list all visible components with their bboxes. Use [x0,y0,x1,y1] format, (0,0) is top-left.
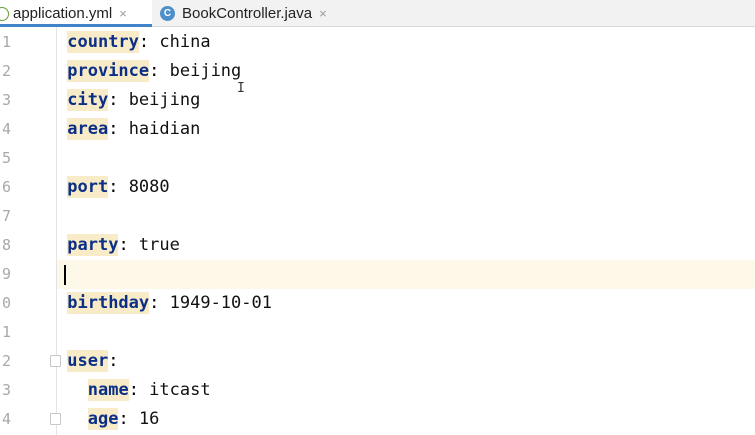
line-number: 3 [1,91,11,109]
code-line[interactable]: age: 16 [57,405,755,434]
yaml-separator: : [108,351,119,371]
yaml-key: birthday [67,292,150,314]
line-number: 8 [1,236,11,254]
editor-tab-bar: application.yml × C BookController.java … [0,0,755,27]
yaml-file-icon [0,7,9,21]
yaml-key: area [67,118,109,140]
code-line[interactable]: name: itcast [57,376,755,405]
line-number: 4 [1,410,11,428]
line-number: 0 [1,294,11,312]
line-number: 7 [1,207,11,225]
yaml-value: 16 [138,409,160,429]
yaml-separator: : [128,380,150,400]
yaml-separator: : [149,61,170,81]
yaml-value: china [159,32,211,52]
code-line[interactable]: port: 8080 [57,173,755,202]
yaml-key: country [67,31,139,53]
line-number: 9 [1,265,11,283]
code-editor[interactable]: country: china province: beijing city: b… [57,27,755,435]
line-number: 4 [1,120,11,138]
line-number: 6 [1,178,11,196]
yaml-value: beijing [128,90,201,110]
line-number: 2 [1,352,11,370]
close-icon[interactable]: × [119,6,127,21]
code-line[interactable]: province: beijing [57,57,755,86]
yaml-value: haidian [128,119,201,139]
line-number-gutter[interactable]: 1 2 3 4 5 6 7 8 9 0 1 2 3 4 [0,27,61,435]
tab-label: application.yml [13,4,113,22]
yaml-key: party [67,234,119,256]
yaml-separator: : [118,235,139,255]
yaml-key: age [87,408,119,430]
yaml-separator: : [149,293,170,313]
yaml-key: user [67,350,109,372]
yaml-separator: : [108,119,129,139]
tab-application-yml[interactable]: application.yml × [0,0,152,27]
tab-label: BookController.java [182,4,313,22]
yaml-key: province [67,60,150,82]
yaml-key: name [87,379,129,401]
code-line[interactable] [57,202,755,231]
code-line[interactable]: user: [57,347,755,376]
yaml-value: 8080 [128,177,170,197]
code-line[interactable]: birthday: 1949-10-01 [57,289,755,318]
text-caret [64,265,66,285]
code-line[interactable]: area: haidian [57,115,755,144]
yaml-key: port [67,176,109,198]
code-line[interactable] [57,318,755,347]
close-icon[interactable]: × [319,6,327,21]
yaml-separator: : [138,32,160,52]
yaml-value: beijing [169,61,242,81]
text-cursor-icon: I [237,81,245,96]
code-line[interactable]: party: true [57,231,755,260]
line-number: 5 [1,149,11,167]
line-number: 3 [1,381,11,399]
tab-bookcontroller-java[interactable]: C BookController.java × [160,0,327,26]
yaml-value: true [138,235,180,255]
yaml-value: itcast [149,380,211,400]
yaml-value: 1949-10-01 [169,293,272,313]
code-line[interactable] [57,144,755,173]
yaml-separator: : [108,177,129,197]
yaml-key: city [67,89,109,111]
code-line[interactable]: city: beijing [57,86,755,115]
line-number: 2 [1,62,11,80]
yaml-separator: : [108,90,129,110]
yaml-separator: : [118,409,139,429]
line-number: 1 [1,323,11,341]
java-class-icon: C [160,5,175,21]
code-line[interactable] [57,260,755,289]
line-number: 1 [1,33,11,51]
code-line[interactable]: country: china [57,28,755,57]
